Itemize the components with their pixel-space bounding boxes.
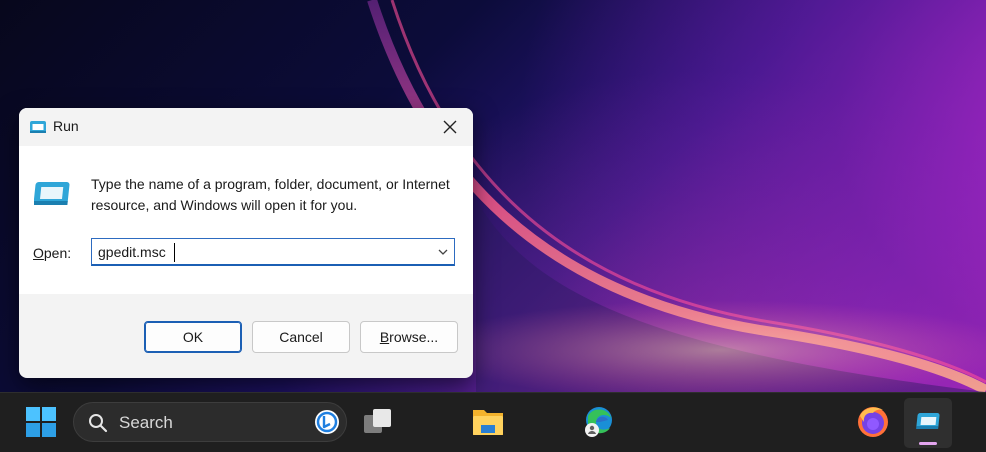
run-icon (916, 413, 940, 429)
taskbar: Search (0, 392, 986, 452)
run-icon (33, 180, 72, 208)
close-button[interactable] (435, 112, 465, 142)
windows-start-icon (26, 407, 56, 437)
dialog-titlebar[interactable]: Run (19, 108, 473, 146)
file-explorer-button[interactable] (470, 405, 506, 439)
open-label: Open: (33, 245, 71, 261)
cancel-button[interactable]: Cancel (252, 321, 350, 353)
firefox-button[interactable] (855, 404, 891, 440)
open-input[interactable] (98, 242, 418, 262)
start-button[interactable] (24, 405, 58, 439)
run-icon (29, 119, 47, 135)
run-dialog: Run Type the name of a program, folder, … (19, 108, 473, 378)
close-icon (443, 120, 457, 134)
text-caret (174, 243, 175, 262)
active-app-indicator (919, 442, 937, 445)
dialog-title: Run (53, 118, 79, 134)
open-label-text: pen: (43, 245, 72, 261)
edge-browser-icon (585, 407, 612, 437)
taskbar-search[interactable]: Search (73, 402, 347, 442)
browse-label: rowse... (389, 329, 439, 345)
ok-button[interactable]: OK (144, 321, 242, 353)
file-explorer-icon (473, 410, 503, 435)
firefox-icon (858, 407, 888, 437)
task-view-icon (364, 409, 391, 433)
dialog-content: Type the name of a program, folder, docu… (19, 146, 473, 294)
bing-icon[interactable] (314, 409, 340, 435)
chevron-down-icon[interactable] (436, 245, 450, 259)
dialog-description: Type the name of a program, folder, docu… (91, 176, 450, 213)
open-label-accelerator: O (33, 245, 44, 261)
desktop: Run Type the name of a program, folder, … (0, 0, 986, 452)
edge-browser-button[interactable] (580, 404, 616, 440)
run-taskbar-button[interactable] (904, 398, 952, 448)
task-view-button[interactable] (360, 405, 396, 439)
browse-accelerator: B (379, 329, 390, 345)
search-placeholder: Search (119, 413, 173, 432)
open-combobox[interactable] (91, 238, 455, 266)
browse-button[interactable]: Browse... (360, 321, 458, 353)
search-icon (89, 414, 108, 433)
